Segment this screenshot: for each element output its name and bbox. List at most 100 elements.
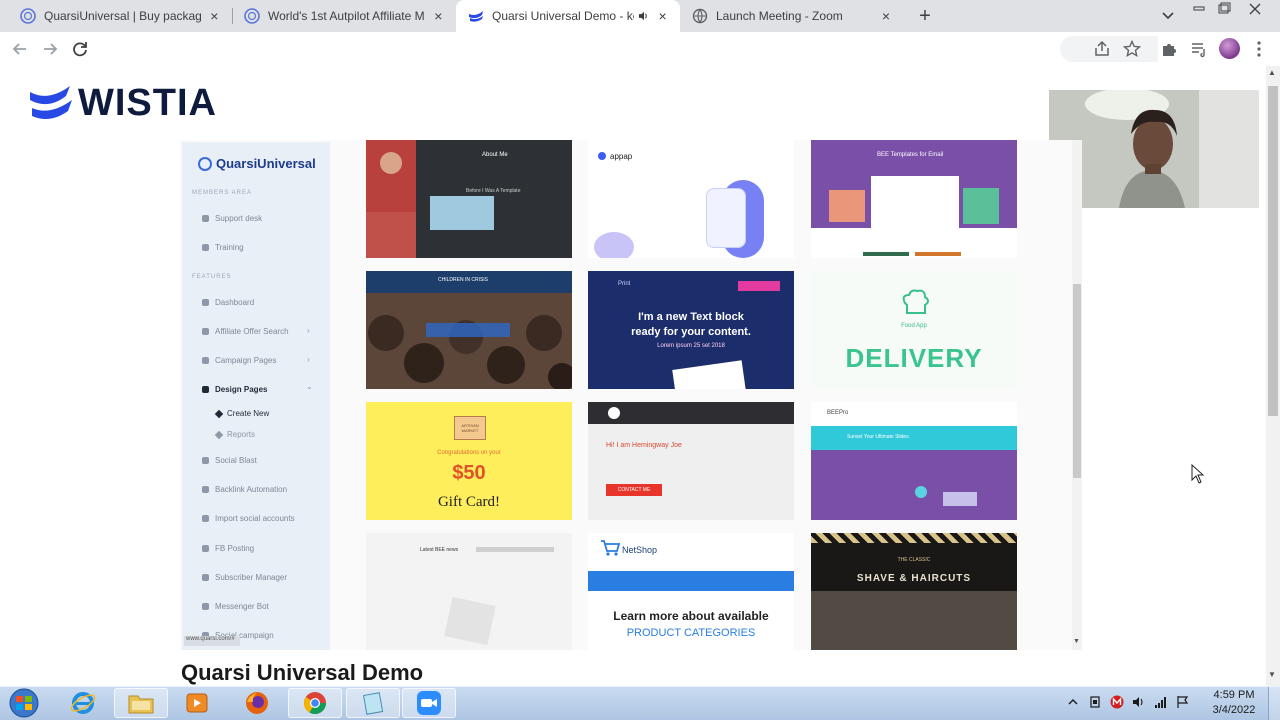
taskbar-zoom[interactable] bbox=[402, 688, 456, 718]
thumb-bar bbox=[863, 252, 909, 256]
template-thumb-bee-news[interactable]: Latest BEE news bbox=[366, 533, 572, 650]
sidebar-item-campaign-pages[interactable]: Campaign Pages bbox=[202, 356, 276, 365]
back-arrow-icon[interactable] bbox=[9, 38, 31, 60]
messenger-icon bbox=[202, 603, 209, 610]
share-icon bbox=[202, 457, 209, 464]
template-thumb-appap[interactable]: appap bbox=[588, 140, 794, 258]
profile-avatar[interactable] bbox=[1219, 38, 1240, 59]
thumb-paper bbox=[672, 360, 746, 389]
media-playlist-icon[interactable] bbox=[1190, 40, 1208, 58]
thumb-bar bbox=[476, 547, 554, 552]
thumb-badge: ARTISAN MARKET bbox=[454, 416, 486, 440]
volume-icon[interactable] bbox=[1132, 695, 1146, 709]
tab-title: QuarsiUniversal | Buy package bbox=[44, 9, 201, 23]
firefox-icon bbox=[246, 692, 268, 714]
close-window-icon[interactable] bbox=[1244, 2, 1266, 16]
taskbar-chrome[interactable] bbox=[288, 688, 342, 718]
pencil-icon bbox=[214, 409, 224, 418]
close-icon[interactable]: × bbox=[878, 8, 894, 24]
template-thumb-netshop[interactable]: NetShop Learn more about available PRODU… bbox=[588, 533, 794, 650]
forward-arrow-icon[interactable] bbox=[39, 38, 61, 60]
template-thumb-hemingway[interactable]: Hi! I am Hemingway Joe CONTACT ME bbox=[588, 402, 794, 520]
sidebar-item-affiliate-offer-search[interactable]: Affiliate Offer Search bbox=[202, 327, 289, 336]
shopping-cart-icon bbox=[601, 540, 620, 556]
scroll-down-arrow-icon[interactable]: ▼ bbox=[1268, 670, 1276, 679]
taskbar-firefox[interactable] bbox=[230, 688, 284, 718]
sidebar-item-backlink-automation[interactable]: Backlink Automation bbox=[202, 485, 287, 494]
clock-date: 3/4/2022 bbox=[1212, 704, 1256, 716]
show-hidden-icons-icon[interactable] bbox=[1066, 695, 1080, 709]
sidebar-item-label: Design Pages bbox=[215, 385, 268, 394]
close-icon[interactable]: × bbox=[431, 8, 446, 24]
quarsi-favicon-icon bbox=[244, 8, 260, 24]
thumb-line1: I'm a new Text block bbox=[638, 311, 744, 323]
sidebar-item-dashboard[interactable]: Dashboard bbox=[202, 298, 254, 307]
template-thumb-delivery[interactable]: Food App DELIVERY bbox=[811, 271, 1017, 389]
show-desktop-button[interactable] bbox=[1268, 687, 1280, 720]
template-thumb-barber[interactable]: THE CLASSIC SHAVE & HAIRCUTS bbox=[811, 533, 1017, 650]
taskbar-internet-explorer[interactable] bbox=[56, 688, 110, 718]
close-icon[interactable]: × bbox=[655, 8, 670, 24]
pen-icon bbox=[202, 386, 209, 393]
restore-window-icon[interactable] bbox=[1213, 2, 1235, 16]
media-player-icon bbox=[186, 693, 208, 713]
bookmark-star-icon[interactable] bbox=[1123, 40, 1141, 58]
sidebar-item-design-pages[interactable]: Design Pages bbox=[202, 385, 267, 394]
antivirus-icon[interactable] bbox=[1110, 695, 1124, 709]
tab-launch-meeting-zoom[interactable]: Launch Meeting - Zoom × bbox=[680, 0, 904, 32]
sidebar-item-import-social-accounts[interactable]: Import social accounts bbox=[202, 514, 295, 523]
thumb-cube bbox=[444, 596, 496, 646]
browser-menu-icon[interactable] bbox=[1252, 40, 1266, 58]
section-features-heading: FEATURES bbox=[192, 274, 232, 280]
template-thumb-about-me[interactable]: About Me Before I Was A Template bbox=[366, 140, 572, 258]
template-thumb-print[interactable]: Print I'm a new Text block ready for you… bbox=[588, 271, 794, 389]
share-icon[interactable] bbox=[1093, 40, 1111, 58]
thumb-card bbox=[829, 190, 865, 222]
tab-autopilot-affiliate[interactable]: World's 1st Autpilot Affiliate Ma × bbox=[232, 0, 456, 32]
video-player[interactable]: QuarsiUniversal MEMBERS AREA Support des… bbox=[180, 140, 1082, 650]
close-icon[interactable]: × bbox=[207, 8, 222, 24]
network-signal-icon[interactable] bbox=[1154, 695, 1168, 709]
sidebar-item-support-desk[interactable]: Support desk bbox=[202, 214, 262, 223]
tab-search-chevron-icon[interactable] bbox=[1158, 7, 1178, 25]
windows-start-icon[interactable] bbox=[4, 688, 44, 718]
action-center-flag-icon[interactable] bbox=[1176, 695, 1190, 709]
scroll-down-arrow-icon[interactable]: ▼ bbox=[1073, 638, 1080, 645]
reload-icon[interactable] bbox=[69, 38, 91, 60]
page-scrollbar-thumb[interactable] bbox=[1268, 86, 1278, 416]
template-thumb-beepro[interactable]: BEEPro Sunset Your Ultimate Slides bbox=[811, 402, 1017, 520]
video-inner-scrollbar-thumb[interactable] bbox=[1073, 284, 1081, 478]
taskbar-notepad[interactable] bbox=[346, 688, 400, 718]
sidebar-item-messenger-bot[interactable]: Messenger Bot bbox=[202, 602, 269, 611]
audio-playing-icon[interactable] bbox=[638, 10, 649, 22]
taskbar-file-explorer[interactable] bbox=[114, 688, 168, 718]
sidebar-item-label: Messenger Bot bbox=[215, 602, 269, 611]
link-icon bbox=[202, 486, 209, 493]
template-thumb-bee-email[interactable]: BEE Templates for Email bbox=[811, 140, 1017, 258]
thumb-line1: Congratulations on your bbox=[437, 450, 501, 456]
scroll-up-arrow-icon[interactable]: ▲ bbox=[1268, 68, 1276, 77]
minimize-window-icon[interactable] bbox=[1188, 2, 1210, 16]
template-thumb-children[interactable]: CHILDREN IN CRISIS bbox=[366, 271, 572, 389]
new-tab-button[interactable]: + bbox=[914, 5, 936, 27]
appap-logo-icon bbox=[598, 152, 606, 160]
taskbar-clock[interactable]: 4:59 PM 3/4/2022 bbox=[1204, 688, 1264, 718]
tab-quarsiuniversal-buy-package[interactable]: QuarsiUniversal | Buy package × bbox=[8, 0, 232, 32]
sidebar-item-training[interactable]: Training bbox=[202, 243, 244, 252]
users-icon bbox=[202, 574, 209, 581]
sidebar-item-subscriber-manager[interactable]: Subscriber Manager bbox=[202, 573, 287, 582]
taskbar-media-player[interactable] bbox=[170, 688, 224, 718]
sidebar-item-label: Affiliate Offer Search bbox=[215, 327, 289, 336]
support-icon bbox=[202, 215, 209, 222]
thumb-kicker: Food App bbox=[901, 323, 927, 329]
tab-quarsi-universal-demo[interactable]: Quarsi Universal Demo - ken × bbox=[456, 0, 680, 32]
thumb-heading: BEE Templates for Email bbox=[877, 152, 944, 158]
extensions-puzzle-icon[interactable] bbox=[1160, 40, 1178, 58]
template-thumb-gift-card[interactable]: ARTISAN MARKET Congratulations on your $… bbox=[366, 402, 572, 520]
sidebar-subitem-create-new[interactable]: Create New bbox=[214, 409, 269, 418]
sidebar-subitem-reports[interactable]: Reports bbox=[214, 430, 255, 439]
chrome-icon bbox=[304, 692, 326, 714]
usb-device-icon[interactable] bbox=[1088, 695, 1102, 709]
sidebar-item-fb-posting[interactable]: FB Posting bbox=[202, 544, 254, 553]
sidebar-item-social-blast[interactable]: Social Blast bbox=[202, 456, 257, 465]
